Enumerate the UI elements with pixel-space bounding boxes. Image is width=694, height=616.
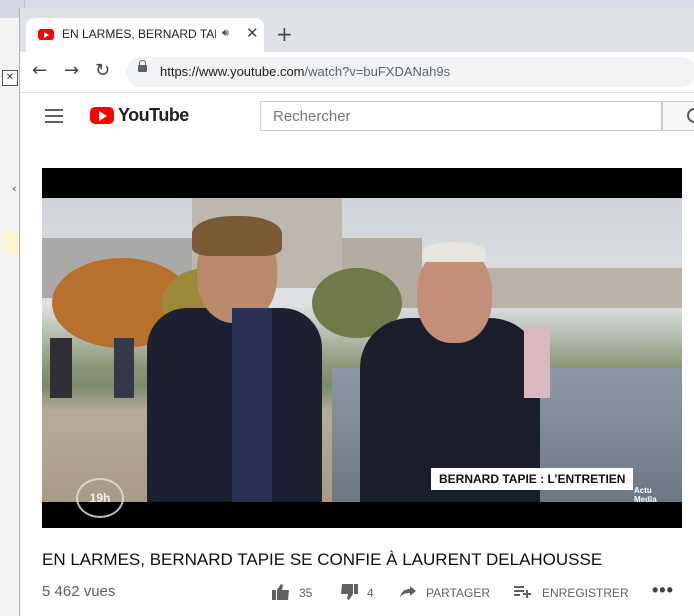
- more-options-icon[interactable]: •••: [652, 580, 674, 601]
- share-label: PARTAGER: [426, 586, 491, 600]
- youtube-logo-text[interactable]: YouTube: [118, 105, 189, 126]
- new-tab-icon[interactable]: +: [276, 22, 293, 46]
- browser-window: EN LARMES, BERNARD TAPIE SE CONFIE À LAU…: [20, 8, 694, 616]
- lock-icon: [138, 60, 147, 72]
- background-chevron-icon: ‹: [12, 182, 17, 195]
- video-lower-third: BERNARD TAPIE : L’ENTRETIEN: [431, 468, 634, 490]
- audio-playing-icon[interactable]: 🔊︎: [222, 26, 229, 40]
- watermark-line1: Actu: [634, 486, 652, 495]
- youtube-logo-icon[interactable]: [90, 107, 114, 124]
- search-box[interactable]: [260, 101, 662, 131]
- video-title: EN LARMES, BERNARD TAPIE SE CONFIE À LAU…: [42, 550, 603, 569]
- thumbs-down-icon: [341, 584, 358, 600]
- like-count: 35: [299, 586, 313, 600]
- thumbs-up-icon: [272, 584, 289, 600]
- view-count: 5 462 vues: [42, 583, 116, 600]
- browser-toolbar: ← → ↻ https://www.youtube.com/watch?v=bu…: [20, 52, 694, 93]
- save-label: ENREGISTRER: [542, 586, 629, 600]
- video-player[interactable]: 19h BERNARD TAPIE : L’ENTRETIEN Actu Med…: [42, 168, 682, 528]
- forward-icon[interactable]: →: [64, 60, 79, 81]
- youtube-favicon-icon: [38, 29, 54, 40]
- back-icon[interactable]: ←: [32, 60, 47, 81]
- address-bar[interactable]: https://www.youtube.com/watch?v=buFXDANa…: [126, 57, 694, 87]
- channel-badge: 19h: [76, 478, 124, 518]
- corner-watermark: Actu Media: [634, 486, 657, 504]
- url-text[interactable]: https://www.youtube.com/watch?v=buFXDANa…: [160, 64, 450, 79]
- search-input[interactable]: [271, 102, 655, 130]
- dislike-count: 4: [367, 586, 374, 600]
- watermark-line2: Media: [634, 495, 657, 504]
- background-close-icon[interactable]: ✕: [2, 70, 18, 86]
- search-icon[interactable]: [662, 101, 694, 131]
- playlist-add-icon: [514, 586, 531, 598]
- tab-strip: EN LARMES, BERNARD TAPIE SE CONFIE À LAU…: [20, 8, 694, 52]
- share-arrow-icon: [400, 586, 416, 598]
- tab-title: EN LARMES, BERNARD TAPIE SE CONFIE À LAU…: [62, 27, 216, 41]
- menu-icon[interactable]: [45, 109, 63, 123]
- tab-close-icon[interactable]: ✕: [246, 24, 259, 42]
- reload-icon[interactable]: ↻: [95, 60, 110, 81]
- video-frame: [42, 198, 682, 502]
- browser-tab-active[interactable]: EN LARMES, BERNARD TAPIE SE CONFIE À LAU…: [26, 18, 264, 52]
- youtube-header: YouTube: [20, 93, 694, 139]
